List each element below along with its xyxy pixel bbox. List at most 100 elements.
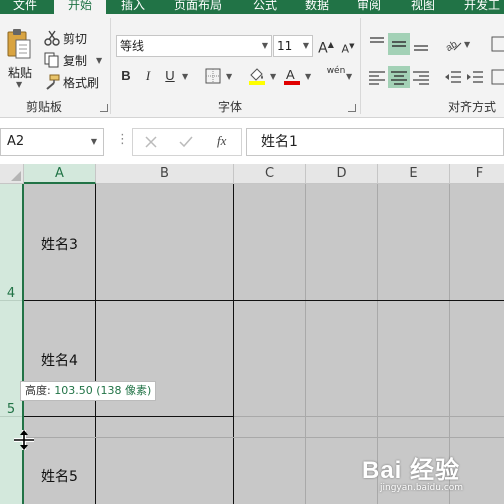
name-box[interactable]: A2 ▼ — [0, 128, 104, 156]
format-painter-icon — [46, 74, 60, 90]
name-box-value: A2 — [7, 134, 25, 149]
italic-button[interactable]: I — [138, 66, 158, 86]
tab-formulas[interactable]: 公式 — [244, 0, 286, 14]
gridline — [234, 416, 504, 417]
bold-button[interactable]: B — [116, 66, 136, 86]
tab-file[interactable]: 文件 — [0, 0, 50, 14]
enter-check-icon[interactable] — [179, 136, 193, 148]
align-left-icon[interactable] — [366, 66, 388, 88]
font-size-value: 11 — [277, 39, 293, 53]
column-header-e[interactable]: E — [378, 164, 450, 184]
borders-icon[interactable] — [205, 68, 221, 84]
phonetic-guide-button[interactable]: wén — [324, 64, 348, 84]
tooltip-label: 高度: — [25, 384, 51, 397]
select-all-button[interactable] — [0, 164, 24, 184]
merge-center-icon[interactable] — [490, 66, 504, 88]
select-all-triangle-icon — [11, 171, 21, 181]
ribbon-tab-bar: 文件 开始 插入 页面布局 公式 数据 审阅 视图 开发工 — [0, 0, 504, 14]
tab-view[interactable]: 视图 — [402, 0, 444, 14]
underline-button[interactable]: U — [160, 66, 180, 86]
tab-home[interactable]: 开始 — [54, 0, 106, 14]
column-header-f[interactable]: F — [450, 164, 504, 184]
decrease-indent-icon[interactable] — [442, 66, 464, 88]
cell-a-name4[interactable]: 姓名4 — [41, 350, 78, 370]
column-header-b[interactable]: B — [96, 164, 234, 184]
gridline — [305, 184, 306, 504]
formula-input[interactable]: 姓名1 — [246, 128, 504, 156]
orientation-dropdown-icon[interactable]: ▼ — [464, 40, 470, 49]
column-header-c[interactable]: C — [234, 164, 306, 184]
gridline — [24, 416, 234, 417]
gridline — [24, 300, 504, 301]
font-group-label: 字体 — [218, 100, 243, 114]
font-size-dropdown-icon[interactable]: ▼ — [303, 36, 309, 56]
clipboard-dialog-launcher-icon[interactable] — [100, 104, 108, 112]
formula-content: 姓名1 — [261, 134, 298, 150]
tab-data[interactable]: 数据 — [296, 0, 338, 14]
tab-insert[interactable]: 插入 — [112, 0, 154, 14]
row-divider[interactable] — [0, 416, 22, 417]
increase-indent-icon[interactable] — [464, 66, 486, 88]
font-size-combo[interactable]: 11 ▼ — [273, 35, 313, 57]
gridline — [24, 437, 504, 438]
cancel-icon[interactable] — [145, 136, 157, 148]
fill-color-icon[interactable] — [247, 66, 267, 86]
paste-dropdown-icon[interactable]: ▼ — [16, 80, 22, 89]
align-bottom-icon[interactable] — [410, 33, 432, 55]
column-header-a[interactable]: A — [24, 164, 96, 184]
orientation-icon[interactable]: ab — [442, 33, 464, 55]
formula-bar-grip-icon[interactable]: ⋮ — [116, 132, 129, 147]
font-color-swatch — [284, 81, 300, 85]
phonetic-dropdown-icon[interactable]: ▼ — [346, 72, 352, 81]
insert-function-icon[interactable]: fx — [217, 133, 226, 149]
row-header-4[interactable]: 4 — [0, 286, 22, 301]
cut-button[interactable]: 剪切 — [63, 30, 87, 47]
format-painter-button[interactable]: 格式刷 — [63, 74, 99, 91]
group-divider — [360, 18, 361, 114]
column-header-d[interactable]: D — [306, 164, 378, 184]
font-name-combo[interactable]: 等线 ▼ — [116, 35, 272, 57]
phonetic-guide-label: wén — [326, 66, 346, 76]
copy-dropdown-icon[interactable]: ▼ — [96, 56, 102, 65]
align-right-icon[interactable] — [410, 66, 432, 88]
copy-button[interactable]: 复制 — [63, 52, 87, 69]
ribbon: 粘贴 ▼ 剪切 复制 ▼ 格式刷 剪贴板 等线 ▼ 11 ▼ A▲ A▼ B I… — [0, 14, 504, 118]
cell-a-name3[interactable]: 姓名3 — [41, 234, 78, 254]
formula-buttons: fx — [132, 128, 242, 156]
formula-bar: A2 ▼ ⋮ fx 姓名1 — [0, 126, 504, 158]
row-resize-cursor-icon — [14, 430, 34, 450]
fill-color-dropdown-icon[interactable]: ▼ — [270, 72, 276, 81]
font-name-dropdown-icon[interactable]: ▼ — [262, 36, 268, 56]
watermark-url: jingyan.baidu.com — [380, 483, 464, 493]
align-top-icon[interactable] — [366, 33, 388, 55]
increase-font-size-icon[interactable]: A▲ — [316, 35, 336, 57]
tab-developer[interactable]: 开发工 — [456, 0, 504, 14]
watermark-logo: Bai 经验 jingyan.baidu.com — [362, 450, 502, 500]
tooltip-value: 103.50 (138 像素) — [54, 384, 152, 397]
borders-dropdown-icon[interactable]: ▼ — [226, 72, 232, 81]
fill-color-swatch — [249, 81, 265, 85]
tab-review[interactable]: 审阅 — [348, 0, 390, 14]
row-height-tooltip: 高度: 103.50 (138 像素) — [20, 381, 157, 401]
wrap-text-icon[interactable] — [490, 33, 504, 55]
align-middle-icon[interactable] — [388, 33, 410, 55]
paste-icon[interactable] — [6, 28, 32, 62]
copy-icon — [44, 52, 59, 68]
svg-text:A: A — [286, 67, 295, 82]
name-box-dropdown-icon[interactable]: ▼ — [91, 129, 97, 155]
font-dialog-launcher-icon[interactable] — [348, 104, 356, 112]
underline-dropdown-icon[interactable]: ▼ — [182, 72, 188, 81]
paste-button[interactable]: 粘贴 — [8, 64, 32, 81]
font-color-dropdown-icon[interactable]: ▼ — [305, 72, 311, 81]
gridline — [233, 184, 234, 504]
font-name-value: 等线 — [120, 39, 145, 53]
tab-page-layout[interactable]: 页面布局 — [166, 0, 230, 14]
decrease-font-size-icon[interactable]: A▼ — [338, 36, 358, 56]
cell-a-name5[interactable]: 姓名5 — [41, 466, 78, 486]
scissors-icon — [44, 30, 60, 46]
clipboard-group-label: 剪贴板 — [26, 100, 63, 114]
row-divider[interactable] — [0, 300, 22, 301]
align-center-icon[interactable] — [388, 66, 410, 88]
font-color-icon[interactable]: A — [282, 66, 302, 86]
row-header-5[interactable]: 5 — [0, 402, 22, 417]
